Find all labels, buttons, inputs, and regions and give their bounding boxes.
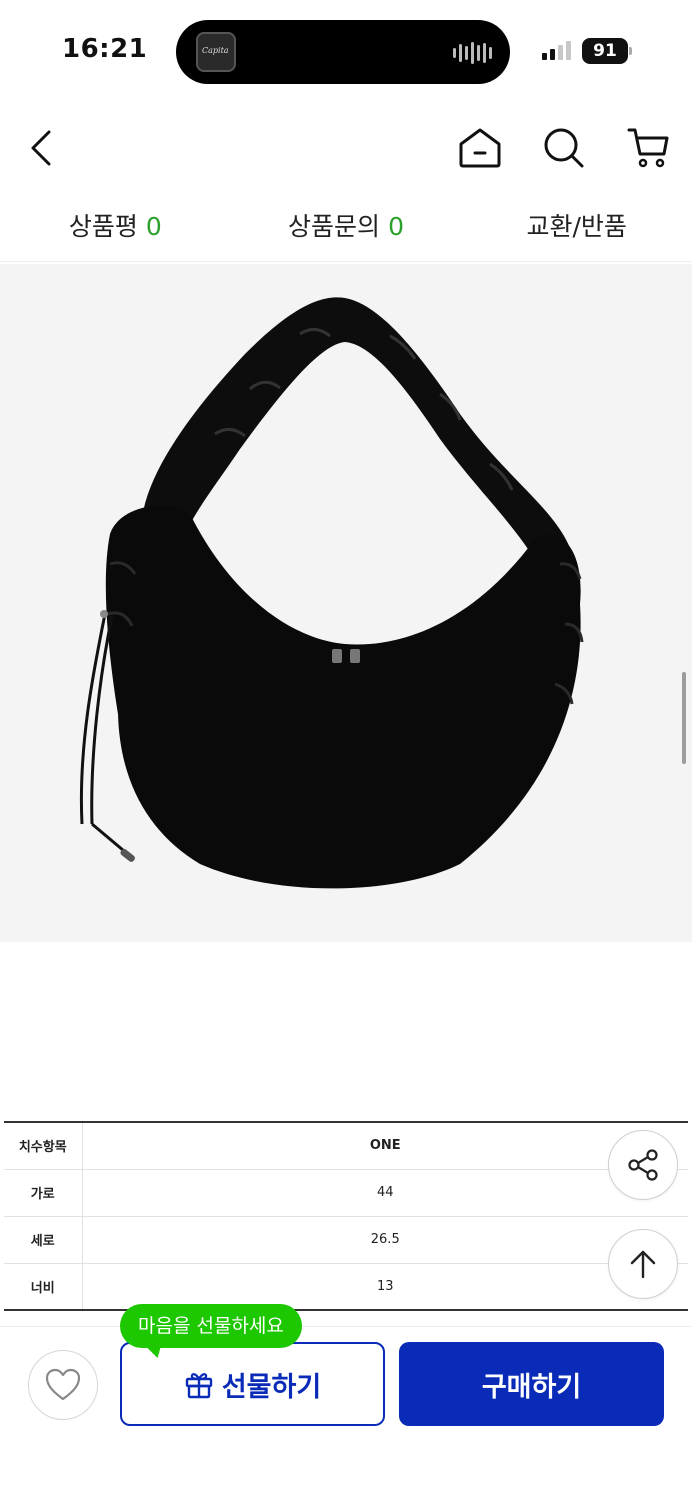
tab-count: 0 — [388, 212, 404, 241]
tab-exchange-return[interactable]: 교환/반품 — [461, 196, 692, 261]
cart-button[interactable] — [620, 120, 676, 176]
tab-inquiries[interactable]: 상품문의 0 — [231, 196, 462, 261]
bottom-action-bar: 선물하기 구매하기 — [0, 1326, 692, 1500]
share-button[interactable] — [608, 1130, 678, 1200]
product-tabs: 상품평 0 상품문의 0 교환/반품 — [0, 196, 692, 262]
wishlist-button[interactable] — [28, 1350, 98, 1420]
tab-label: 상품평 — [68, 212, 138, 241]
tab-label: 교환/반품 — [526, 212, 627, 241]
back-button[interactable] — [14, 120, 70, 176]
size-row-value: 13 — [376, 1278, 394, 1294]
gift-button-label: 선물하기 — [221, 1371, 322, 1403]
cellular-signal-icon — [542, 40, 571, 60]
status-bar: 16:21 Capita 91 — [0, 0, 692, 100]
size-table: 치수항목 ONE 가로 44 세로 26.5 너비 13 — [4, 1121, 688, 1311]
buy-button[interactable]: 구매하기 — [399, 1342, 664, 1426]
size-row-label: 가로 — [4, 1169, 83, 1217]
table-row: 세로 26.5 — [4, 1216, 688, 1264]
tab-count: 0 — [145, 212, 162, 241]
audio-wave-icon — [453, 42, 492, 64]
tab-label: 상품문의 — [288, 212, 381, 241]
battery-cap — [629, 47, 632, 55]
battery-indicator: 91 — [582, 38, 628, 64]
search-button[interactable] — [536, 120, 592, 176]
dynamic-island[interactable]: Capita — [176, 20, 510, 84]
home-icon — [459, 128, 501, 168]
home-button[interactable] — [452, 120, 508, 176]
table-header-row: 치수항목 ONE — [4, 1122, 688, 1170]
gift-tooltip-bubble: 마음을 선물하세요 — [120, 1304, 302, 1348]
top-navigation — [0, 110, 692, 186]
scroll-indicator[interactable] — [682, 672, 686, 764]
cart-icon — [627, 128, 669, 168]
share-icon — [628, 1149, 658, 1181]
bag-illustration — [79, 297, 584, 889]
chevron-left-icon — [31, 130, 51, 166]
gift-icon — [185, 1373, 213, 1399]
size-row-value: 26.5 — [82, 1216, 688, 1264]
size-row-label: 세로 — [4, 1216, 83, 1264]
size-row-label: 너비 — [4, 1263, 83, 1310]
status-time: 16:21 — [62, 34, 148, 64]
size-header-value: ONE — [82, 1122, 688, 1170]
scroll-to-top-button[interactable] — [608, 1229, 678, 1299]
thumbnail-text: Capita — [202, 46, 229, 55]
tab-reviews[interactable]: 상품평 0 — [0, 196, 231, 261]
size-header-label: 치수항목 — [4, 1122, 83, 1170]
heart-icon — [45, 1368, 81, 1401]
arrow-up-icon — [630, 1250, 656, 1279]
table-row: 가로 44 — [4, 1169, 688, 1217]
now-playing-thumbnail: Capita — [196, 32, 236, 72]
size-row-value: 44 — [82, 1169, 688, 1217]
product-image[interactable] — [0, 264, 692, 942]
search-icon — [544, 128, 584, 168]
buy-button-label: 구매하기 — [481, 1371, 582, 1403]
table-row: 너비 13 — [4, 1263, 688, 1310]
